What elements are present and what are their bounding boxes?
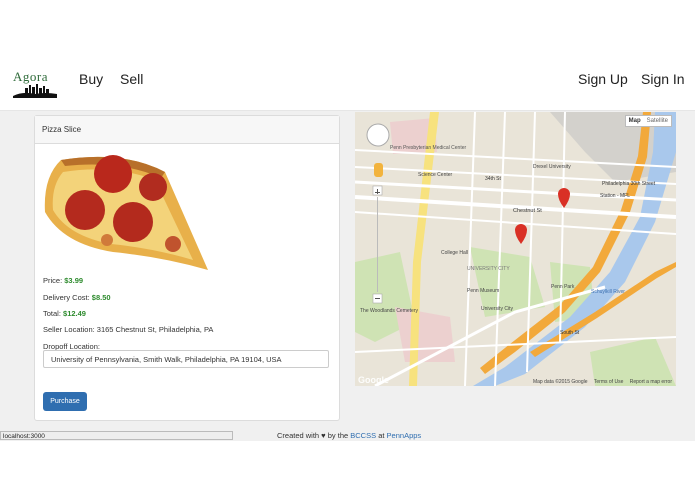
delivery-label: Delivery Cost: — [43, 293, 90, 302]
map-type-toggle[interactable]: Map Satellite — [624, 115, 672, 127]
nav-sell[interactable]: Sell — [120, 71, 143, 87]
footer-pennapps-link[interactable]: PennApps — [387, 431, 422, 440]
total-label: Total: — [43, 309, 61, 318]
total-value: $12.49 — [63, 309, 86, 318]
map-label-penn-museum: Penn Museum — [467, 288, 499, 294]
map-type-map[interactable]: Map — [626, 116, 644, 126]
nav-sign-in[interactable]: Sign In — [641, 71, 685, 87]
status-bar-url: localhost:3000 — [0, 431, 233, 440]
map-label-penn-park: Penn Park — [551, 284, 575, 290]
navbar: Agora Buy Sell Sign Up Sign In — [0, 52, 695, 111]
map-label-university-city: UNIVERSITY CITY — [467, 266, 510, 272]
footer-bccss-link[interactable]: BCCSS — [350, 431, 376, 440]
map-label-woodlands: The Woodlands Cemetery — [360, 308, 418, 314]
map-label-chestnut: Chestnut St — [513, 208, 542, 214]
map-terms-link[interactable]: Terms of Use — [594, 379, 623, 385]
map-label-science-center: Science Center — [418, 172, 453, 178]
pan-control[interactable] — [366, 123, 390, 147]
map-report-link[interactable]: Report a map error — [630, 379, 672, 385]
delivery-line: Delivery Cost: $8.50 — [43, 293, 111, 302]
map-label-presbyterian: Penn Presbyterian Medical Center — [390, 145, 466, 151]
footer: Created with ♥ by the BCCSS at PennApps — [277, 431, 421, 440]
total-line: Total: $12.49 — [43, 309, 86, 318]
pegman-icon[interactable] — [374, 163, 383, 177]
map-data-notice: Map data ©2015 Google — [532, 379, 588, 385]
item-panel: Pizza Slice Price: $3.99 Delivery Cost: … — [34, 115, 340, 421]
map-label-station: Station - MFL — [600, 193, 630, 199]
map-label-schuylkill: Schuylkill River — [591, 289, 625, 295]
purchase-button[interactable]: Purchase — [43, 392, 87, 411]
map[interactable]: Penn Presbyterian Medical Center Drexel … — [355, 112, 676, 386]
map-type-satellite[interactable]: Satellite — [644, 116, 671, 126]
map-label-college-hall: College Hall — [441, 250, 468, 256]
price-line: Price: $3.99 — [43, 276, 83, 285]
seller-location: Seller Location: 3165 Chestnut St, Phila… — [43, 325, 214, 334]
map-label-34th: 34th St — [485, 176, 501, 182]
item-title: Pizza Slice — [35, 116, 339, 144]
price-label: Price: — [43, 276, 63, 285]
google-logo[interactable]: Google — [358, 375, 389, 385]
delivery-value: $8.50 — [91, 293, 111, 302]
map-label-30th: Philadelphia 30th Street — [602, 181, 656, 187]
pizza-image — [44, 155, 208, 270]
map-canvas[interactable]: Penn Presbyterian Medical Center Drexel … — [355, 112, 676, 386]
skyline-icon — [13, 84, 57, 98]
footer-at: at — [378, 431, 385, 440]
map-label-univ-city-station: University City — [481, 306, 513, 312]
price-value: $3.99 — [64, 276, 84, 285]
nav-buy[interactable]: Buy — [79, 71, 103, 87]
nav-sign-up[interactable]: Sign Up — [578, 71, 628, 87]
map-footer: Map data ©2015 Google Terms of Use Repor… — [528, 379, 672, 385]
footer-created: Created with ♥ by the — [277, 431, 349, 440]
map-label-drexel: Drexel University — [533, 164, 571, 170]
logo[interactable]: Agora — [13, 69, 59, 99]
map-label-south-st: South St — [560, 330, 580, 336]
dropoff-input[interactable]: University of Pennsylvania, Smith Walk, … — [43, 350, 329, 368]
